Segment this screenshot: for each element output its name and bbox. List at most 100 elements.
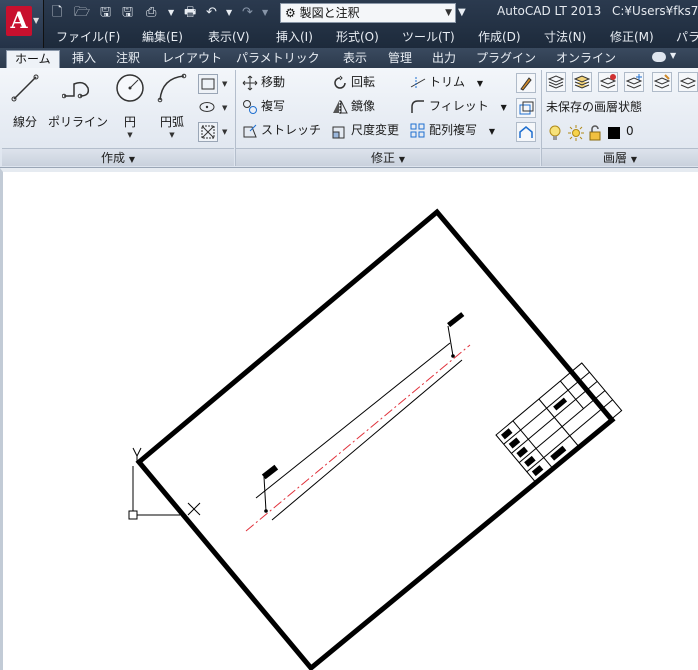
current-layer-name: 0	[626, 124, 634, 138]
layer-lock-button[interactable]	[678, 72, 698, 92]
menu-format[interactable]: 形式(O)	[336, 28, 379, 45]
chevron-down-icon[interactable]: ▼	[477, 79, 483, 88]
layer-isolate-icon	[599, 74, 617, 89]
chevron-down-icon[interactable]: ▼	[501, 103, 507, 112]
tab-parametric[interactable]: パラメトリック	[236, 50, 320, 68]
layer-isolate-button[interactable]	[598, 72, 618, 92]
layers-panel-title[interactable]: 画層 ▼	[542, 148, 698, 166]
offset-icon	[519, 101, 534, 115]
circle-button[interactable]: 円 ▼	[112, 72, 148, 139]
chevron-down-icon[interactable]: ▼	[489, 127, 495, 136]
chevron-down-icon[interactable]: ▼	[670, 51, 676, 60]
chevron-down-icon[interactable]: ▼	[112, 131, 148, 139]
ribbon-tab-bar: ホーム 挿入 注釈 レイアウト パラメトリック 表示 管理 出力 プラグイン オ…	[0, 48, 698, 68]
application-menu-button[interactable]: A ▼	[0, 0, 44, 48]
circle-label: 円	[123, 115, 136, 129]
redo-dropdown-icon[interactable]: ▼	[262, 4, 268, 22]
layer-properties-button[interactable]	[546, 72, 566, 92]
line-icon	[11, 74, 39, 102]
tab-annotate[interactable]: 注釈	[116, 50, 140, 68]
sun-icon	[568, 125, 584, 141]
undo-dropdown-icon[interactable]: ▼	[226, 4, 232, 22]
menu-tools[interactable]: ツール(T)	[402, 28, 455, 45]
menu-draw[interactable]: 作成(D)	[478, 28, 521, 45]
layer-state-icon	[573, 75, 591, 89]
chevron-down-icon[interactable]: ▼	[222, 128, 227, 136]
window-title: AutoCAD LT 2013	[497, 4, 602, 18]
menu-edit[interactable]: 編集(E)	[142, 28, 183, 45]
stretch-button[interactable]: ストレッチ	[242, 120, 321, 140]
arc-icon	[157, 73, 187, 103]
layer-properties-icon	[547, 75, 565, 89]
file-path: C:¥Users¥fks7	[612, 4, 698, 18]
tab-output[interactable]: 出力	[432, 50, 456, 68]
rectangle-button[interactable]	[198, 74, 218, 94]
hatch-icon	[201, 125, 215, 139]
layer-color-swatch	[608, 127, 620, 139]
tab-layout[interactable]: レイアウト	[162, 50, 222, 68]
ribbon-minimize-icon[interactable]	[652, 52, 666, 62]
rotate-icon	[334, 75, 346, 89]
menu-insert[interactable]: 挿入(I)	[276, 28, 313, 45]
line-button[interactable]: 線分	[8, 72, 42, 130]
chevron-down-icon[interactable]: ▼	[222, 104, 227, 112]
layer-state-dropdown[interactable]: 未保存の画層状態	[546, 98, 642, 115]
modify-panel-title[interactable]: 修正 ▼	[236, 148, 540, 166]
menu-view[interactable]: 表示(V)	[208, 28, 250, 45]
menu-file[interactable]: ファイル(F)	[56, 28, 120, 45]
hatch-button[interactable]	[198, 98, 218, 118]
save-icon[interactable]: 🖫	[100, 4, 111, 22]
undo-icon[interactable]: ↶	[206, 4, 217, 22]
scale-button[interactable]: 尺度変更	[332, 120, 399, 140]
rotate-button[interactable]: 回転	[332, 72, 375, 92]
fillet-button[interactable]: フィレット ▼	[410, 96, 507, 116]
layer-freeze-icon	[625, 74, 643, 89]
copy-button[interactable]: 複写	[242, 96, 285, 116]
arc-button[interactable]: 円弧 ▼	[154, 72, 190, 139]
explode-icon	[519, 126, 533, 138]
customize-quick-access-icon[interactable]: ▼	[458, 4, 466, 22]
array-icon	[410, 123, 425, 137]
stretch-icon	[243, 124, 257, 137]
trim-button[interactable]: トリム ▼	[410, 72, 483, 92]
publish-icon[interactable]: ⎙	[146, 4, 156, 22]
tab-view[interactable]: 表示	[343, 50, 367, 68]
offset-button[interactable]	[516, 98, 536, 118]
chevron-down-icon[interactable]: ▼	[222, 80, 227, 88]
tab-plugins[interactable]: プラグイン	[476, 50, 536, 68]
drawing-canvas[interactable]	[0, 168, 698, 670]
publish-dropdown-icon[interactable]: ▼	[168, 4, 174, 22]
sheet-border	[135, 208, 616, 670]
mirror-button[interactable]: 鏡像	[332, 96, 375, 116]
redo-icon[interactable]: ↷	[242, 4, 253, 22]
new-file-icon[interactable]: 🗋	[52, 4, 62, 22]
move-button[interactable]: 移動	[242, 72, 285, 92]
tab-home[interactable]: ホーム	[6, 50, 60, 68]
hatch-fill-button[interactable]	[198, 122, 218, 142]
array-button[interactable]: 配列複写 ▼	[410, 120, 495, 140]
tab-manage[interactable]: 管理	[388, 50, 412, 68]
workspace-select[interactable]: ⚙ 製図と注釈 ▼	[280, 3, 456, 23]
match-properties-button[interactable]	[516, 73, 536, 93]
polyline-icon	[61, 81, 90, 99]
menu-modify[interactable]: 修正(M)	[610, 28, 654, 45]
tab-insert[interactable]: 挿入	[72, 50, 96, 68]
layer-off-icon	[653, 74, 671, 89]
chevron-down-icon[interactable]: ▼	[154, 131, 190, 139]
menu-parametric[interactable]: パラ	[676, 28, 698, 45]
menu-dimension[interactable]: 寸法(N)	[544, 28, 586, 45]
draw-panel-title[interactable]: 作成 ▼	[2, 148, 234, 166]
menu-bar: ファイル(F) 編集(E) 表示(V) 挿入(I) 形式(O) ツール(T) 作…	[44, 26, 698, 46]
layer-off-button[interactable]	[652, 72, 672, 92]
plot-icon[interactable]: 🖶	[184, 4, 196, 22]
polyline-button[interactable]: ポリライン	[46, 72, 110, 130]
layer-state-button[interactable]	[572, 72, 592, 92]
mirror-icon	[333, 99, 348, 114]
polyline-label: ポリライン	[47, 115, 108, 129]
tab-online[interactable]: オンライン	[556, 50, 616, 68]
explode-button[interactable]	[516, 122, 536, 142]
autocad-logo-icon: A	[6, 6, 32, 36]
layer-freeze-button[interactable]	[624, 72, 644, 92]
save-as-icon[interactable]: 🖫	[122, 4, 133, 22]
open-file-icon[interactable]: 🗁	[74, 4, 90, 22]
